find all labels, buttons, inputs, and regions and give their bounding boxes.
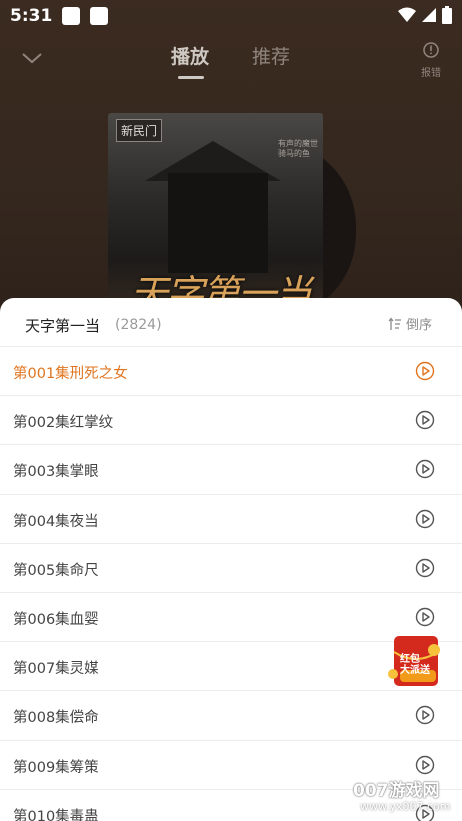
episode-item[interactable]: 第001集刑死之女 [0,347,462,397]
alert-icon [423,42,439,58]
sheet-header: 天字第一当 (2824) 倒序 [0,298,462,347]
episode-item[interactable]: 第002集红掌纹 [0,396,462,446]
episode-item[interactable]: 第008集偿命 [0,691,462,741]
cover-gate-art [168,173,268,273]
episode-label: 第005集命尺 [13,562,99,579]
episode-item[interactable]: 第003集掌眼 [0,445,462,495]
watermark-url: www.yx007.com [360,800,451,813]
notification-icon [62,7,81,25]
episode-sheet: 天字第一当 (2824) 倒序 第001集刑死之女 第002集红掌纹 第003集掌眼… [0,298,462,821]
play-icon[interactable] [415,410,435,430]
status-bar: 5:31 [0,0,462,32]
cover-badge: 新民门 [116,119,163,142]
play-icon[interactable] [415,755,435,775]
report-button[interactable]: 报错 [418,42,444,79]
play-icon[interactable] [415,361,435,381]
album-title: 天字第一当 [25,317,101,335]
episode-item[interactable]: 第004集夜当 [0,495,462,544]
play-icon[interactable] [415,459,435,479]
play-icon[interactable] [415,705,435,725]
tab-play[interactable]: 播放 [171,42,209,69]
chevron-down-icon[interactable] [20,46,44,70]
sort-label: 倒序 [405,318,432,333]
player-header: 播放 推荐 报错 [0,36,462,84]
episode-label: 第010集毒蛊 [13,808,99,821]
episode-label: 第007集灵媒 [13,661,99,678]
watermark-brand: 007游戏网 [353,781,440,801]
episode-label: 第003集掌眼 [13,464,99,481]
episode-label: 第002集红掌纹 [13,415,114,432]
wifi-icon [398,7,416,22]
report-label: 报错 [421,68,441,79]
tab-recommend[interactable]: 推荐 [252,42,290,69]
tab-indicator [178,76,204,79]
episode-list: 第001集刑死之女 第002集红掌纹 第003集掌眼 第004集夜当 第005集命尺 第0… [0,347,462,821]
sort-icon [388,316,401,330]
red-envelope-promo[interactable]: 红包 大派送 [386,634,448,690]
episode-count: (2824) [115,317,162,333]
episode-label: 第001集刑死之女 [13,366,128,382]
cover-side-text: 有声的魔世 骑马的鱼 [278,139,318,158]
status-icons [398,6,452,24]
play-icon[interactable] [415,558,435,578]
episode-label: 第004集夜当 [13,513,99,530]
play-icon[interactable] [415,607,435,627]
episode-label: 第008集偿命 [13,710,99,727]
episode-label: 第009集筹策 [13,759,99,776]
album-cover: 新民门 有声的魔世 骑马的鱼 天字第一当 [108,113,323,323]
play-icon[interactable] [415,509,435,529]
signal-icon [422,8,436,22]
sort-button[interactable]: 倒序 [388,314,432,333]
battery-icon [442,6,452,24]
episode-label: 第006集血婴 [13,611,99,628]
episode-item[interactable]: 第005集命尺 [0,544,462,593]
promo-text: 红包 大派送 [400,654,430,676]
notification-icon [90,7,109,25]
status-time: 5:31 [10,6,53,26]
